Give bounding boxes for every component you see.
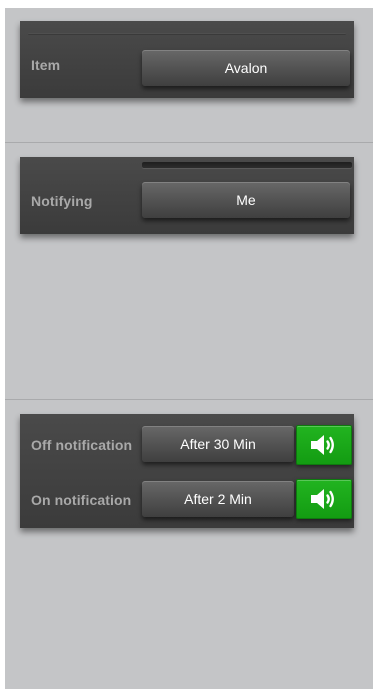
item-label: Item xyxy=(31,57,61,73)
speaker-icon xyxy=(311,489,334,509)
notifying-label: Notifying xyxy=(31,193,93,209)
on-notification-sound-button[interactable] xyxy=(296,479,352,519)
notifying-card: Notifying Me xyxy=(20,157,354,234)
screen: Item Avalon Notifying Me Off notificatio… xyxy=(5,8,373,689)
notifications-card: Off notification After 30 Min On notific… xyxy=(20,414,354,528)
on-notification-label: On notification xyxy=(31,492,132,508)
off-notification-delay-button[interactable]: After 30 Min xyxy=(142,426,294,462)
collapsed-field-strip xyxy=(142,162,352,168)
section-divider xyxy=(5,142,373,143)
on-notification-delay-button[interactable]: After 2 Min xyxy=(142,481,294,517)
section-divider xyxy=(5,399,373,400)
item-value-button[interactable]: Avalon xyxy=(142,50,350,86)
off-notification-label: Off notification xyxy=(31,437,133,453)
notifying-value-button[interactable]: Me xyxy=(142,182,350,218)
speaker-icon xyxy=(311,435,334,455)
item-card: Item Avalon xyxy=(20,21,354,98)
off-notification-sound-button[interactable] xyxy=(296,425,352,465)
card-divider-line xyxy=(28,33,346,35)
